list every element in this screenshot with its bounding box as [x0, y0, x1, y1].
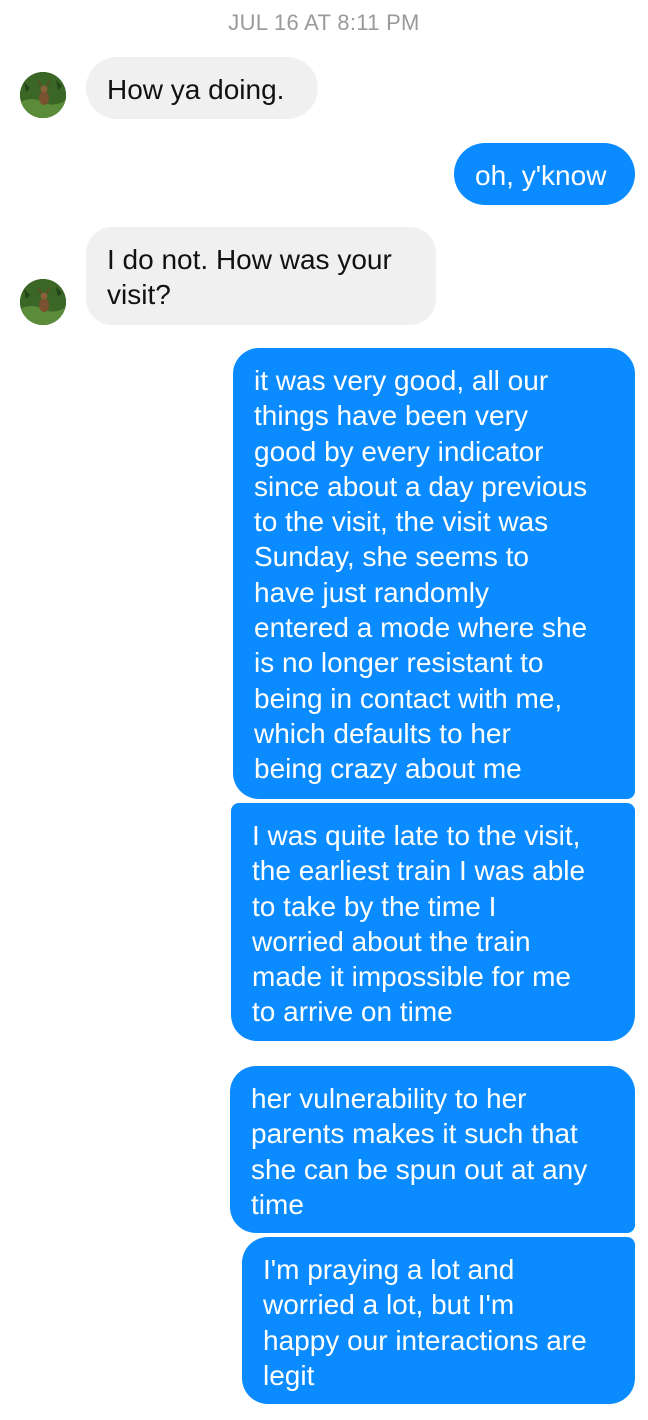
message-bubble-outgoing[interactable]: oh, y'know — [454, 143, 635, 205]
contact-avatar[interactable] — [20, 72, 66, 118]
message-text: entered a mode where she — [254, 612, 588, 644]
message-text: being crazy about me — [254, 753, 522, 785]
message-text: visit? — [107, 279, 171, 311]
message-bubble-incoming[interactable]: I do not. How was your visit? — [86, 227, 436, 325]
message-text: I was quite late to the visit, — [252, 820, 581, 851]
message-bubble-incoming[interactable]: How ya doing. — [86, 57, 318, 119]
message-text: to arrive on time — [252, 996, 453, 1028]
message-text: the earliest train I was able — [252, 855, 586, 887]
deer-photo-icon — [20, 72, 66, 118]
message-bubble-outgoing[interactable]: I was quite late to the visit, the earli… — [231, 803, 635, 1041]
message-text: oh, y'know — [475, 160, 607, 191]
message-text: made it impossible for me — [252, 961, 572, 993]
message-text: I do not. How was your — [107, 244, 392, 275]
messenger-conversation: JUL 16 AT 8:11 PM How ya doing. oh, y'kn… — [0, 0, 648, 1420]
conversation-timestamp: JUL 16 AT 8:11 PM — [228, 10, 420, 35]
message-text: parents makes it such that — [251, 1118, 578, 1150]
message-text: Sunday, she seems to — [254, 541, 529, 573]
message-text: worried about the train — [252, 925, 531, 957]
message-text: it was very good, all our — [254, 365, 549, 396]
message-text: since about a day previous — [254, 470, 588, 502]
message-text: good by every indicator — [254, 435, 544, 467]
message-bubble-outgoing[interactable]: I'm praying a lot and worried a lot, but… — [242, 1237, 635, 1404]
message-text: which defaults to her — [254, 717, 511, 749]
deer-photo-icon — [20, 279, 66, 325]
message-text: time — [251, 1188, 304, 1220]
message-text: How ya doing. — [107, 74, 285, 105]
message-text: worried a lot, but I'm — [263, 1289, 515, 1321]
message-bubble-outgoing[interactable]: it was very good, all our things have be… — [233, 348, 635, 799]
message-text: she can be spun out at any — [251, 1153, 588, 1185]
message-text: things have been very — [254, 400, 528, 432]
message-bubble-outgoing[interactable]: her vulnerability to her parents makes i… — [230, 1066, 635, 1233]
message-text: legit — [263, 1359, 315, 1391]
message-text: is no longer resistant to — [254, 647, 544, 679]
message-text: to the visit, the visit was — [254, 506, 549, 538]
message-text: I'm praying a lot and — [263, 1254, 515, 1285]
message-text: happy our interactions are — [263, 1324, 587, 1356]
message-text: her vulnerability to her — [251, 1083, 527, 1114]
message-text: being in contact with me, — [254, 682, 563, 714]
message-text: to take by the time I — [252, 890, 497, 922]
contact-avatar[interactable] — [20, 279, 66, 325]
message-text: have just randomly — [254, 576, 490, 608]
